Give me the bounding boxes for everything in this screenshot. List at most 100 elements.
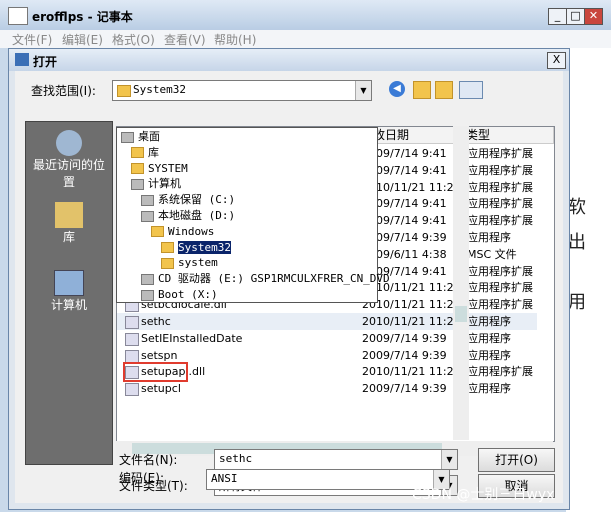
place-computer[interactable]: 计算机 <box>26 270 112 313</box>
notepad-menu-bar: 文件(F) 编辑(E) 格式(O) 查看(V) 帮助(H) <box>0 30 611 48</box>
dialog-title: 打开 <box>33 55 58 69</box>
notepad-title-bar: erofflps - 记事本 _ □ ✕ <box>0 0 611 30</box>
tree-item-label: 桌面 <box>138 130 160 143</box>
file-type: 应用程序扩展 <box>467 147 533 160</box>
minimize-button[interactable]: _ <box>548 8 567 25</box>
tree-item-label: SYSTEM <box>148 161 188 175</box>
tree-item[interactable]: 库 <box>131 145 159 161</box>
filename-value: sethc <box>219 452 253 465</box>
open-button[interactable]: 打开(O) <box>478 448 555 472</box>
file-name: setupcl <box>141 382 181 396</box>
file-name: SetIEInstalledDate <box>141 331 243 345</box>
tree-item-label: 本地磁盘 (D:) <box>158 209 236 222</box>
drive-icon <box>141 289 154 301</box>
menu-edit[interactable]: 编辑(E) <box>62 31 103 48</box>
tree-item[interactable]: System32 <box>161 240 231 256</box>
tree-item-label: system <box>178 256 218 270</box>
tree-item[interactable]: Boot (X:) <box>141 287 218 303</box>
menu-format[interactable]: 格式(O) <box>112 31 155 48</box>
place-label: 计算机 <box>50 298 87 312</box>
dialog-body: 查找范围(I): System32 ▼ ◀ 最近访问的位置 库 计算机 修改日期… <box>15 71 563 503</box>
tree-item[interactable]: SYSTEM <box>131 161 188 177</box>
tree-item-label: System32 <box>178 240 231 254</box>
menu-help[interactable]: 帮助(H) <box>214 31 256 48</box>
highlight-box <box>123 362 188 382</box>
scroll-thumb[interactable] <box>455 306 467 322</box>
edge-text: 用 <box>568 292 586 313</box>
file-icon <box>125 316 139 329</box>
file-date: 2009/7/14 9:39 <box>362 348 447 362</box>
tree-item[interactable]: system <box>161 255 218 271</box>
file-date: 2009/7/14 9:39 <box>362 382 447 396</box>
drive-icon <box>141 210 154 222</box>
folder-icon <box>151 226 164 238</box>
folder-icon <box>161 257 174 269</box>
open-dialog: 打开 X 查找范围(I): System32 ▼ ◀ 最近访问的位置 库 计算机 <box>8 48 570 510</box>
maximize-button[interactable]: □ <box>566 8 585 25</box>
look-in-combo[interactable]: System32 ▼ <box>112 80 372 101</box>
table-row[interactable]: setupcl 2009/7/14 9:39 应用程序 <box>117 380 537 397</box>
tree-item[interactable]: CD 驱动器 (E:) GSP1RMCULXFRER_CN_DVD <box>141 271 390 287</box>
drive-icon <box>141 273 154 285</box>
edge-text: 出 <box>568 232 586 253</box>
look-in-label: 查找范围(I): <box>31 84 96 98</box>
vertical-scrollbar[interactable] <box>453 126 469 440</box>
tree-item-label: Windows <box>168 224 215 238</box>
notepad-icon <box>8 7 28 25</box>
tree-item[interactable]: 系统保留 (C:) <box>141 192 235 208</box>
file-icon <box>125 332 139 346</box>
filename-input[interactable]: sethc ▼ <box>214 449 458 470</box>
tree-item[interactable]: Windows <box>151 224 214 240</box>
file-type: 应用程序 <box>467 348 511 362</box>
file-type: 应用程序 <box>467 315 511 328</box>
edge-text: 软 <box>568 197 586 218</box>
back-icon[interactable]: ◀ <box>389 81 405 97</box>
file-type: 应用程序扩展 <box>467 214 533 228</box>
tree-item[interactable]: 桌面 <box>121 129 160 145</box>
file-name: sethc <box>141 315 171 328</box>
drive-icon <box>121 131 134 143</box>
menu-file[interactable]: 文件(F) <box>12 31 52 48</box>
chevron-down-icon[interactable]: ▼ <box>355 81 371 100</box>
recent-icon <box>56 130 82 156</box>
dialog-close-button[interactable]: X <box>547 52 566 69</box>
place-recent[interactable]: 最近访问的位置 <box>26 130 112 190</box>
folder-icon <box>131 163 144 175</box>
file-type: 应用程序扩展 <box>467 180 533 194</box>
folder-icon <box>131 147 144 159</box>
new-folder-icon[interactable] <box>435 81 453 99</box>
file-type: 应用程序扩展 <box>467 281 533 295</box>
tree-item-label: 库 <box>148 145 159 159</box>
encoding-value: ANSI <box>211 472 238 485</box>
watermark: CSDN @士别三日wyx <box>412 487 555 503</box>
dialog-title-bar: 打开 X <box>9 49 569 71</box>
file-date: 2009/7/14 9:39 <box>362 331 447 345</box>
notepad-title: erofflps - 记事本 <box>32 10 133 24</box>
folder-icon <box>117 85 131 97</box>
chevron-down-icon[interactable]: ▼ <box>441 450 457 469</box>
close-button[interactable]: ✕ <box>584 8 603 25</box>
up-folder-icon[interactable] <box>413 81 431 99</box>
file-type: 应用程序扩展 <box>467 365 533 379</box>
file-date: 2010/11/21 11:24 <box>362 365 461 379</box>
tree-item[interactable]: 本地磁盘 (D:) <box>141 208 235 224</box>
view-menu-icon[interactable] <box>459 81 483 99</box>
tree-item-label: CD 驱动器 (E:) GSP1RMCULXFRER_CN_DVD <box>158 272 390 286</box>
table-row[interactable]: sethc 2010/11/21 11:24 应用程序 <box>117 313 537 330</box>
file-icon <box>125 383 139 397</box>
place-libraries[interactable]: 库 <box>26 202 112 245</box>
menu-view[interactable]: 查看(V) <box>164 31 206 48</box>
place-label: 最近访问的位置 <box>32 158 105 189</box>
computer-icon <box>54 270 84 296</box>
filename-label: 文件名(N): <box>119 453 178 467</box>
drive-icon <box>131 178 144 190</box>
tree-item[interactable]: 计算机 <box>131 176 181 192</box>
look-in-dropdown[interactable]: 桌面库 SYSTEM 计算机 系统保留 (C:) 本地磁盘 (D:) Windows Sys… <box>116 127 390 303</box>
column-type[interactable]: 类型 <box>462 127 554 144</box>
notepad-text-area[interactable]: 软 出 用 <box>566 48 611 512</box>
file-type: 应用程序 <box>467 231 511 244</box>
table-row[interactable]: SetIEInstalledDate 2009/7/14 9:39 应用程序 <box>117 330 537 347</box>
encoding-label: 编码(E): <box>119 471 164 485</box>
file-type: 应用程序扩展 <box>467 264 533 278</box>
file-type: 应用程序扩展 <box>467 163 533 177</box>
